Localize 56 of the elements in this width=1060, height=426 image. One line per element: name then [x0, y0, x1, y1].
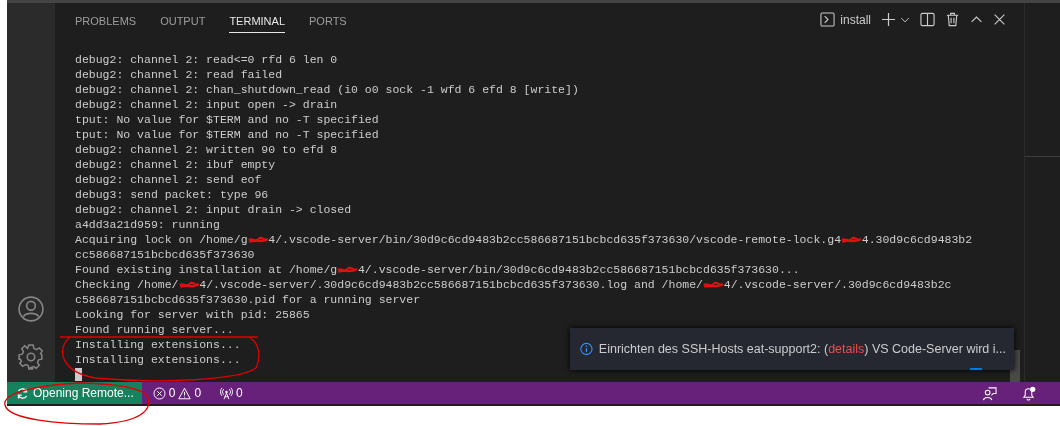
terminal-selector[interactable]: install — [820, 12, 871, 27]
terminal-text: 4/.vscode-server/.30d9c6cd9483b2c — [723, 278, 952, 291]
terminal-text: 4/.vscode-server/.30d9c6cd9483b2cc586687151bcbcd635f373630.log and /home/ — [199, 278, 704, 291]
notification-message: Einrichten des SSH-Hosts eat-support2: (details) VS Code-Server wird i... — [598, 342, 1006, 356]
terminal-text: Looking for server with pid: 25865 — [75, 308, 310, 321]
ports-status[interactable]: 0 — [212, 386, 251, 400]
trash-icon[interactable] — [945, 12, 960, 27]
terminal-text: Found running server... — [75, 323, 234, 336]
terminal-text: debug2: channel 2: send eof — [75, 173, 262, 186]
progress-indicator — [970, 368, 982, 370]
panel-tab[interactable]: OUTPUT — [160, 6, 206, 33]
close-icon[interactable] — [993, 13, 1006, 26]
split-icon[interactable] — [920, 12, 935, 27]
plus-icon[interactable] — [881, 12, 896, 27]
terminal-icon — [820, 12, 836, 27]
terminal-text: cc586687151bcbcd635f373630 — [75, 248, 255, 261]
info-icon — [580, 341, 593, 357]
redaction-scribble — [178, 279, 200, 290]
terminal-text: 4.30d9c6cd9483b2 — [861, 233, 973, 246]
details-link[interactable]: details — [828, 342, 865, 356]
terminal-text: 4/.vscode-server/bin/30d9c6cd9483b2cc586687151bcbcd635f373630... — [357, 263, 800, 276]
terminal-text: tput: No value for $TERM and no -T specified — [75, 128, 379, 141]
terminal-text: Installing extensions... — [75, 353, 241, 366]
redaction-scribble — [703, 279, 724, 290]
problems-status[interactable]: 0 0 — [144, 386, 210, 400]
terminal-text: Found existing installation at /home/g — [75, 263, 338, 276]
terminal-text: Checking /home/ — [75, 278, 179, 291]
error-icon — [152, 386, 166, 400]
terminal-text: debug2: channel 2: written 90 to efd 8 — [75, 143, 338, 156]
terminal-text: Installing extensions... — [75, 338, 241, 351]
redaction-scribble — [247, 234, 269, 245]
remote-status-button[interactable]: Opening Remote... — [7, 382, 142, 404]
panel-tab[interactable]: PORTS — [309, 6, 347, 33]
terminal-text: debug2: channel 2: ibuf empty — [75, 158, 276, 171]
settings-icon[interactable] — [18, 344, 44, 370]
account-icon[interactable] — [18, 296, 44, 322]
sync-icon — [16, 386, 29, 400]
terminal-text: debug2: channel 2: input open -> drain — [75, 98, 338, 111]
bell-icon[interactable] — [1021, 385, 1036, 401]
terminal-text: tput: No value for $TERM and no -T specified — [75, 113, 379, 126]
terminal-text: debug2: channel 2: chan_shutdown_read (i0 o0 sock -1 wfd 6 efd 8 [write]) — [75, 83, 579, 96]
terminal-text: debug2: channel 2: input drain -> closed — [75, 203, 352, 216]
warning-icon — [178, 386, 192, 400]
redaction-scribble — [337, 264, 358, 275]
person-feedback-icon[interactable] — [982, 385, 997, 401]
antenna-icon — [220, 386, 234, 400]
redaction-scribble — [841, 234, 862, 245]
terminal-text: debug2: channel 2: read<=0 rfd 6 len 0 — [75, 53, 338, 66]
terminal-text: debug2: channel 2: read failed — [75, 68, 283, 81]
panel-tab[interactable]: TERMINAL — [229, 6, 285, 33]
panel-tab[interactable]: PROBLEMS — [75, 6, 137, 33]
terminal-text: c586687151bcbcd635f373630.pid for a running server — [75, 293, 421, 306]
terminal-text: a4dd3a21d959: running — [75, 218, 220, 231]
terminal-text: Acquiring lock on /home/g — [75, 233, 248, 246]
terminal-text: debug3: send packet: type 96 — [75, 188, 269, 201]
terminal-text: 4/.vscode-server/bin/30d9c6cd9483b2cc586687151bcbcd635f373630/vscode-remote-lock.g4 — [268, 233, 842, 246]
